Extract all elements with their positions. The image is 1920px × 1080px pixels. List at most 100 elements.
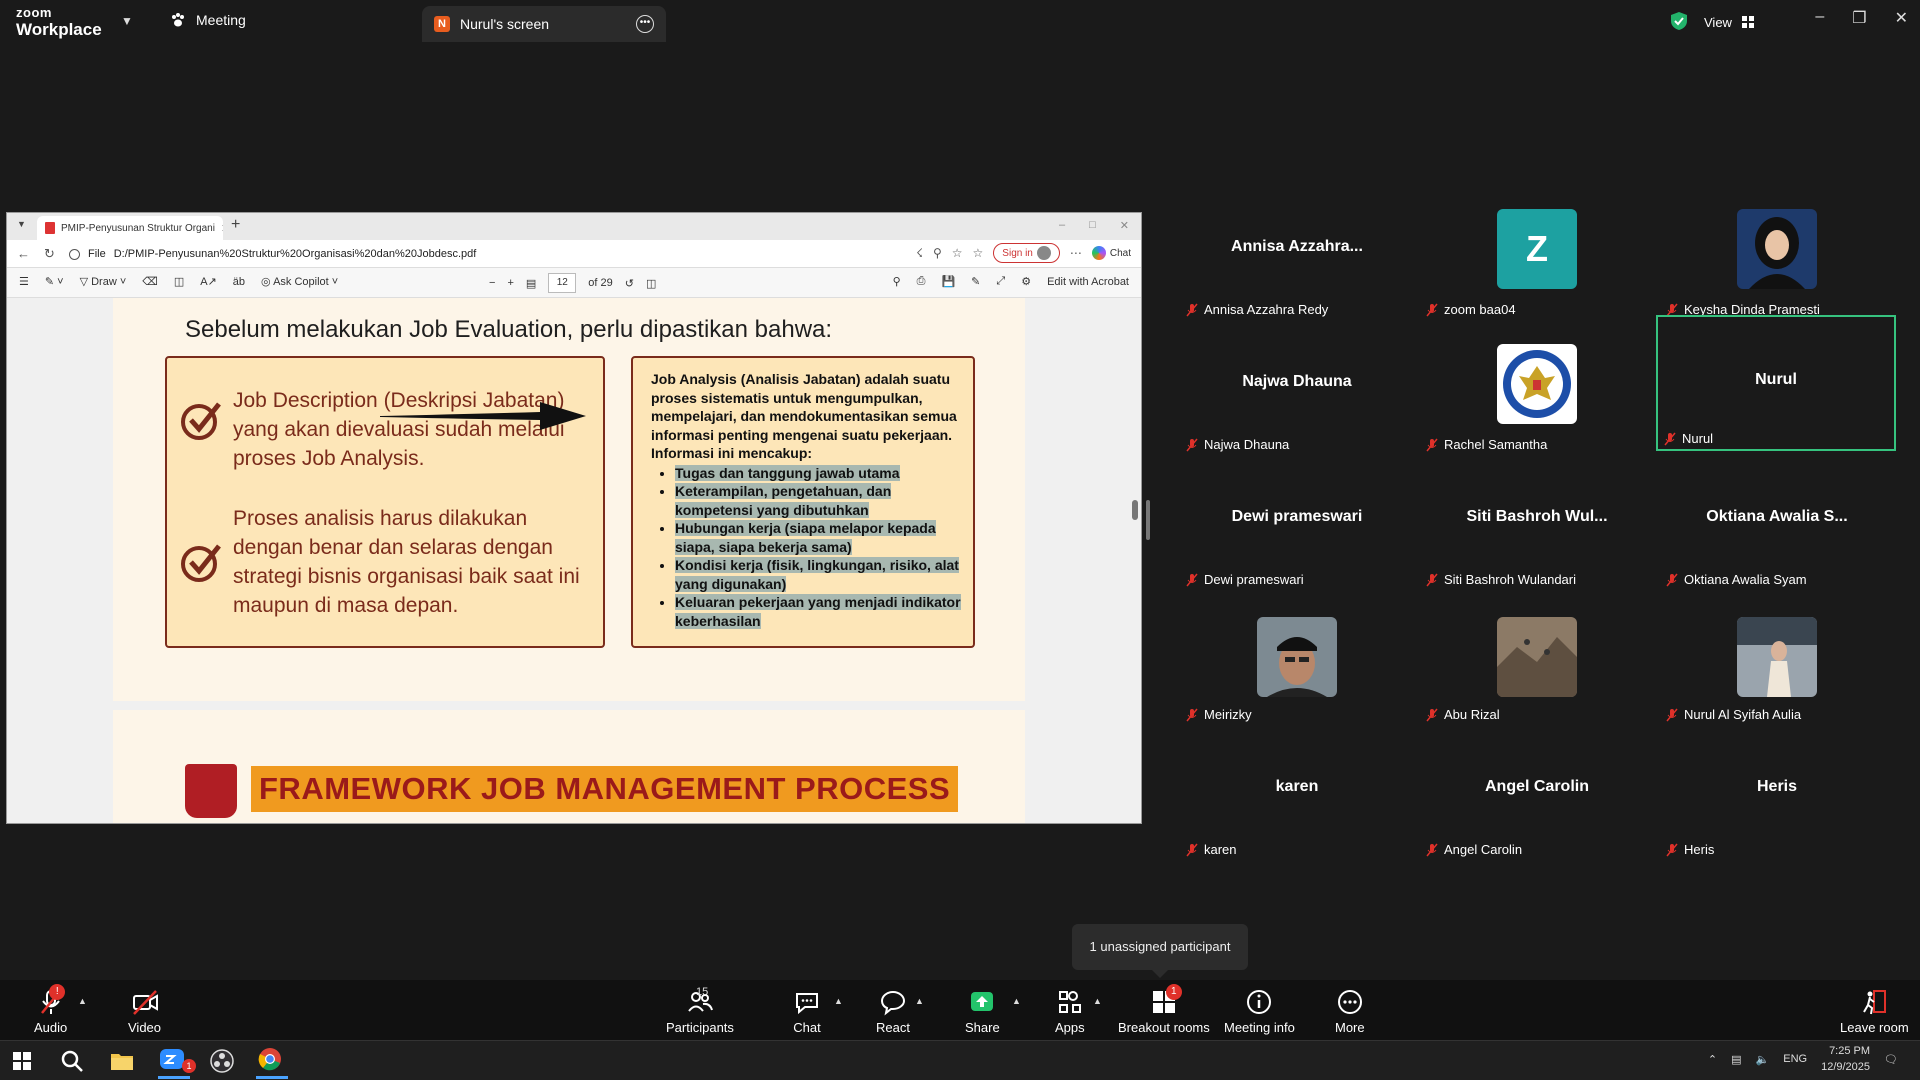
apps-options-chevron-icon[interactable]: ▲ — [1093, 996, 1102, 1006]
favorite-star-icon[interactable]: ☆ — [952, 246, 963, 260]
restore-icon[interactable]: ❐ — [1852, 8, 1866, 28]
participant-tile[interactable]: Nurul Al Syifah Aulia — [1658, 609, 1896, 741]
chat-bubble-icon — [796, 993, 818, 1015]
participant-tile[interactable]: Siti Bashroh Wul... Siti Bashroh Wulanda… — [1418, 474, 1656, 606]
settings-more-icon[interactable]: ⋯ — [1070, 246, 1082, 260]
edit-with-acrobat-button[interactable]: Edit with Acrobat — [1047, 276, 1129, 288]
tab-list-icon[interactable]: ▼ — [17, 219, 26, 229]
close-tab-icon[interactable]: ✕ — [221, 222, 223, 235]
job-analysis-list: Tugas dan tanggung jawab utama Keterampi… — [651, 464, 969, 631]
browser-minimize-icon[interactable]: – — [1059, 219, 1065, 232]
participants-count: 15 — [696, 986, 709, 998]
zoom-in-pdf-icon[interactable]: + — [507, 277, 513, 289]
zoom-out-icon[interactable]: ⚲ — [933, 246, 942, 260]
file-explorer-icon[interactable] — [108, 1047, 136, 1075]
participant-tile[interactable]: Dewi prameswari Dewi prameswari — [1178, 474, 1416, 606]
chat-options-chevron-icon[interactable]: ▲ — [834, 996, 843, 1006]
share-button[interactable]: Share — [965, 988, 1000, 1035]
breakout-rooms-button[interactable]: 1 Breakout rooms — [1118, 984, 1210, 1035]
two-page-icon[interactable]: ◫ — [646, 277, 656, 290]
participants-button[interactable]: 15 Participants — [666, 986, 734, 1035]
notifications-icon[interactable]: 🗨 — [1884, 1053, 1898, 1066]
participant-tile[interactable]: Najwa Dhauna Najwa Dhauna — [1178, 339, 1416, 471]
browser-tab-pdf[interactable]: PMIP-Penyusunan Struktur Organi ✕ — [37, 216, 223, 240]
fullscreen-icon[interactable]: ⤢ — [996, 275, 1005, 288]
volume-icon[interactable]: 🔈 — [1756, 1053, 1770, 1066]
zoom-out-pdf-icon[interactable]: − — [489, 277, 495, 289]
participant-tile[interactable]: karen karen — [1178, 744, 1416, 876]
participant-tile-active-speaker[interactable]: Nurul Nurul — [1656, 315, 1896, 451]
participant-tile[interactable]: Annisa Azzahra... Annisa Azzahra Redy — [1178, 204, 1416, 336]
find-icon[interactable]: ⚲ — [893, 275, 901, 288]
page-view-icon[interactable]: ◫ — [174, 275, 184, 288]
read-aloud-icon[interactable]: ☇ — [916, 246, 923, 260]
fit-width-icon[interactable]: ▤ — [526, 277, 536, 290]
more-options-icon[interactable]: ••• — [636, 15, 654, 33]
participant-tile[interactable]: Heris Heris — [1658, 744, 1896, 876]
pdf-viewport[interactable]: Sebelum melakukan Job Evaluation, perlu … — [7, 298, 1141, 823]
refresh-icon[interactable]: ↻ — [44, 246, 55, 262]
chevron-down-icon[interactable]: ▼ — [121, 14, 133, 28]
highlight-icon[interactable]: ✎ ˅ — [45, 275, 64, 288]
ask-copilot-button[interactable]: ◎ Ask Copilot ˅ — [261, 275, 338, 288]
leave-room-button[interactable]: Leave room — [1840, 988, 1909, 1035]
apps-button[interactable]: Apps — [1055, 988, 1085, 1035]
participant-tile[interactable]: Oktiana Awalia S... Oktiana Awalia Syam — [1658, 474, 1896, 606]
pdf-scroll-thumb[interactable] — [1132, 500, 1138, 520]
page-number-input[interactable]: 12 — [548, 273, 577, 293]
url-field[interactable]: File D:/PMIP-Penyusunan%20Struktur%20Org… — [69, 244, 476, 264]
contents-list-icon[interactable]: ☰ — [19, 275, 29, 288]
clock[interactable]: 7:25 PM 12/9/2025 — [1821, 1043, 1870, 1075]
participant-tile[interactable]: Abu Rizal — [1418, 609, 1656, 741]
audio-button[interactable]: ! Audio — [34, 984, 67, 1035]
video-button[interactable]: Video — [128, 988, 161, 1035]
chrome-taskbar-button[interactable] — [256, 1045, 288, 1079]
read-aloud-pdf-icon[interactable]: A↗ — [200, 275, 217, 288]
participant-tile[interactable]: Rachel Samantha — [1418, 339, 1656, 471]
pdf-settings-icon[interactable]: ⚙ — [1021, 275, 1031, 288]
search-icon[interactable] — [58, 1047, 86, 1075]
new-tab-icon[interactable]: + — [231, 216, 240, 234]
chat-button[interactable]: Chat — [793, 988, 821, 1035]
print-icon[interactable]: ⎙ — [917, 275, 926, 288]
rotate-icon[interactable]: ↺ — [625, 277, 634, 290]
obs-studio-icon[interactable] — [208, 1047, 236, 1075]
draw-button[interactable]: ▽ Draw ˅ — [80, 275, 127, 288]
shared-screen-tab[interactable]: N Nurul's screen ••• — [422, 6, 666, 42]
more-button[interactable]: More — [1335, 988, 1365, 1035]
close-icon[interactable]: ✕ — [1895, 8, 1908, 28]
pdf-scrollbar[interactable] — [1131, 302, 1139, 818]
meeting-tab[interactable]: Meeting — [170, 12, 246, 28]
participant-name: Annisa Azzahra Redy — [1204, 302, 1329, 317]
tray-overflow-chevron-icon[interactable]: ⌃ — [1708, 1053, 1717, 1066]
view-button[interactable]: View — [1694, 10, 1764, 34]
eraser-icon[interactable]: ⌫ — [142, 275, 158, 288]
windows-start-icon[interactable] — [8, 1047, 36, 1075]
copilot-chat-button[interactable]: Chat — [1091, 246, 1131, 260]
network-icon[interactable]: ▤ — [1731, 1053, 1741, 1066]
sign-in-button[interactable]: Sign in — [993, 243, 1060, 263]
info-icon[interactable] — [69, 248, 80, 260]
translate-icon[interactable]: äb — [233, 276, 245, 288]
zoom-taskbar-button[interactable]: 1 — [158, 1045, 196, 1079]
participants-label: Participants — [666, 1020, 734, 1035]
participant-tile[interactable]: Meirizky — [1178, 609, 1416, 741]
share-options-chevron-icon[interactable]: ▲ — [1012, 996, 1021, 1006]
minimize-icon[interactable]: – — [1815, 8, 1824, 28]
audio-options-chevron-icon[interactable]: ▲ — [78, 996, 87, 1006]
language-indicator[interactable]: ENG — [1783, 1053, 1807, 1065]
react-button[interactable]: React — [876, 988, 910, 1035]
zoom-workplace-logo[interactable]: zoom Workplace — [16, 6, 102, 38]
browser-maximize-icon[interactable]: □ — [1089, 219, 1096, 232]
save-as-icon[interactable]: ✎ — [971, 275, 980, 288]
collections-icon[interactable]: ☆ — [973, 246, 984, 260]
save-icon[interactable]: 💾 — [941, 275, 955, 288]
back-icon[interactable]: ← — [17, 246, 30, 262]
participant-tile[interactable]: Angel Carolin Angel Carolin — [1418, 744, 1656, 876]
browser-close-icon[interactable]: ✕ — [1120, 219, 1129, 232]
react-options-chevron-icon[interactable]: ▲ — [915, 996, 924, 1006]
security-shield-icon[interactable] — [1668, 10, 1690, 32]
participant-tile[interactable]: Z zoom baa04 — [1418, 204, 1656, 336]
meeting-info-button[interactable]: Meeting info — [1224, 988, 1295, 1035]
split-resize-handle[interactable] — [1146, 500, 1150, 540]
